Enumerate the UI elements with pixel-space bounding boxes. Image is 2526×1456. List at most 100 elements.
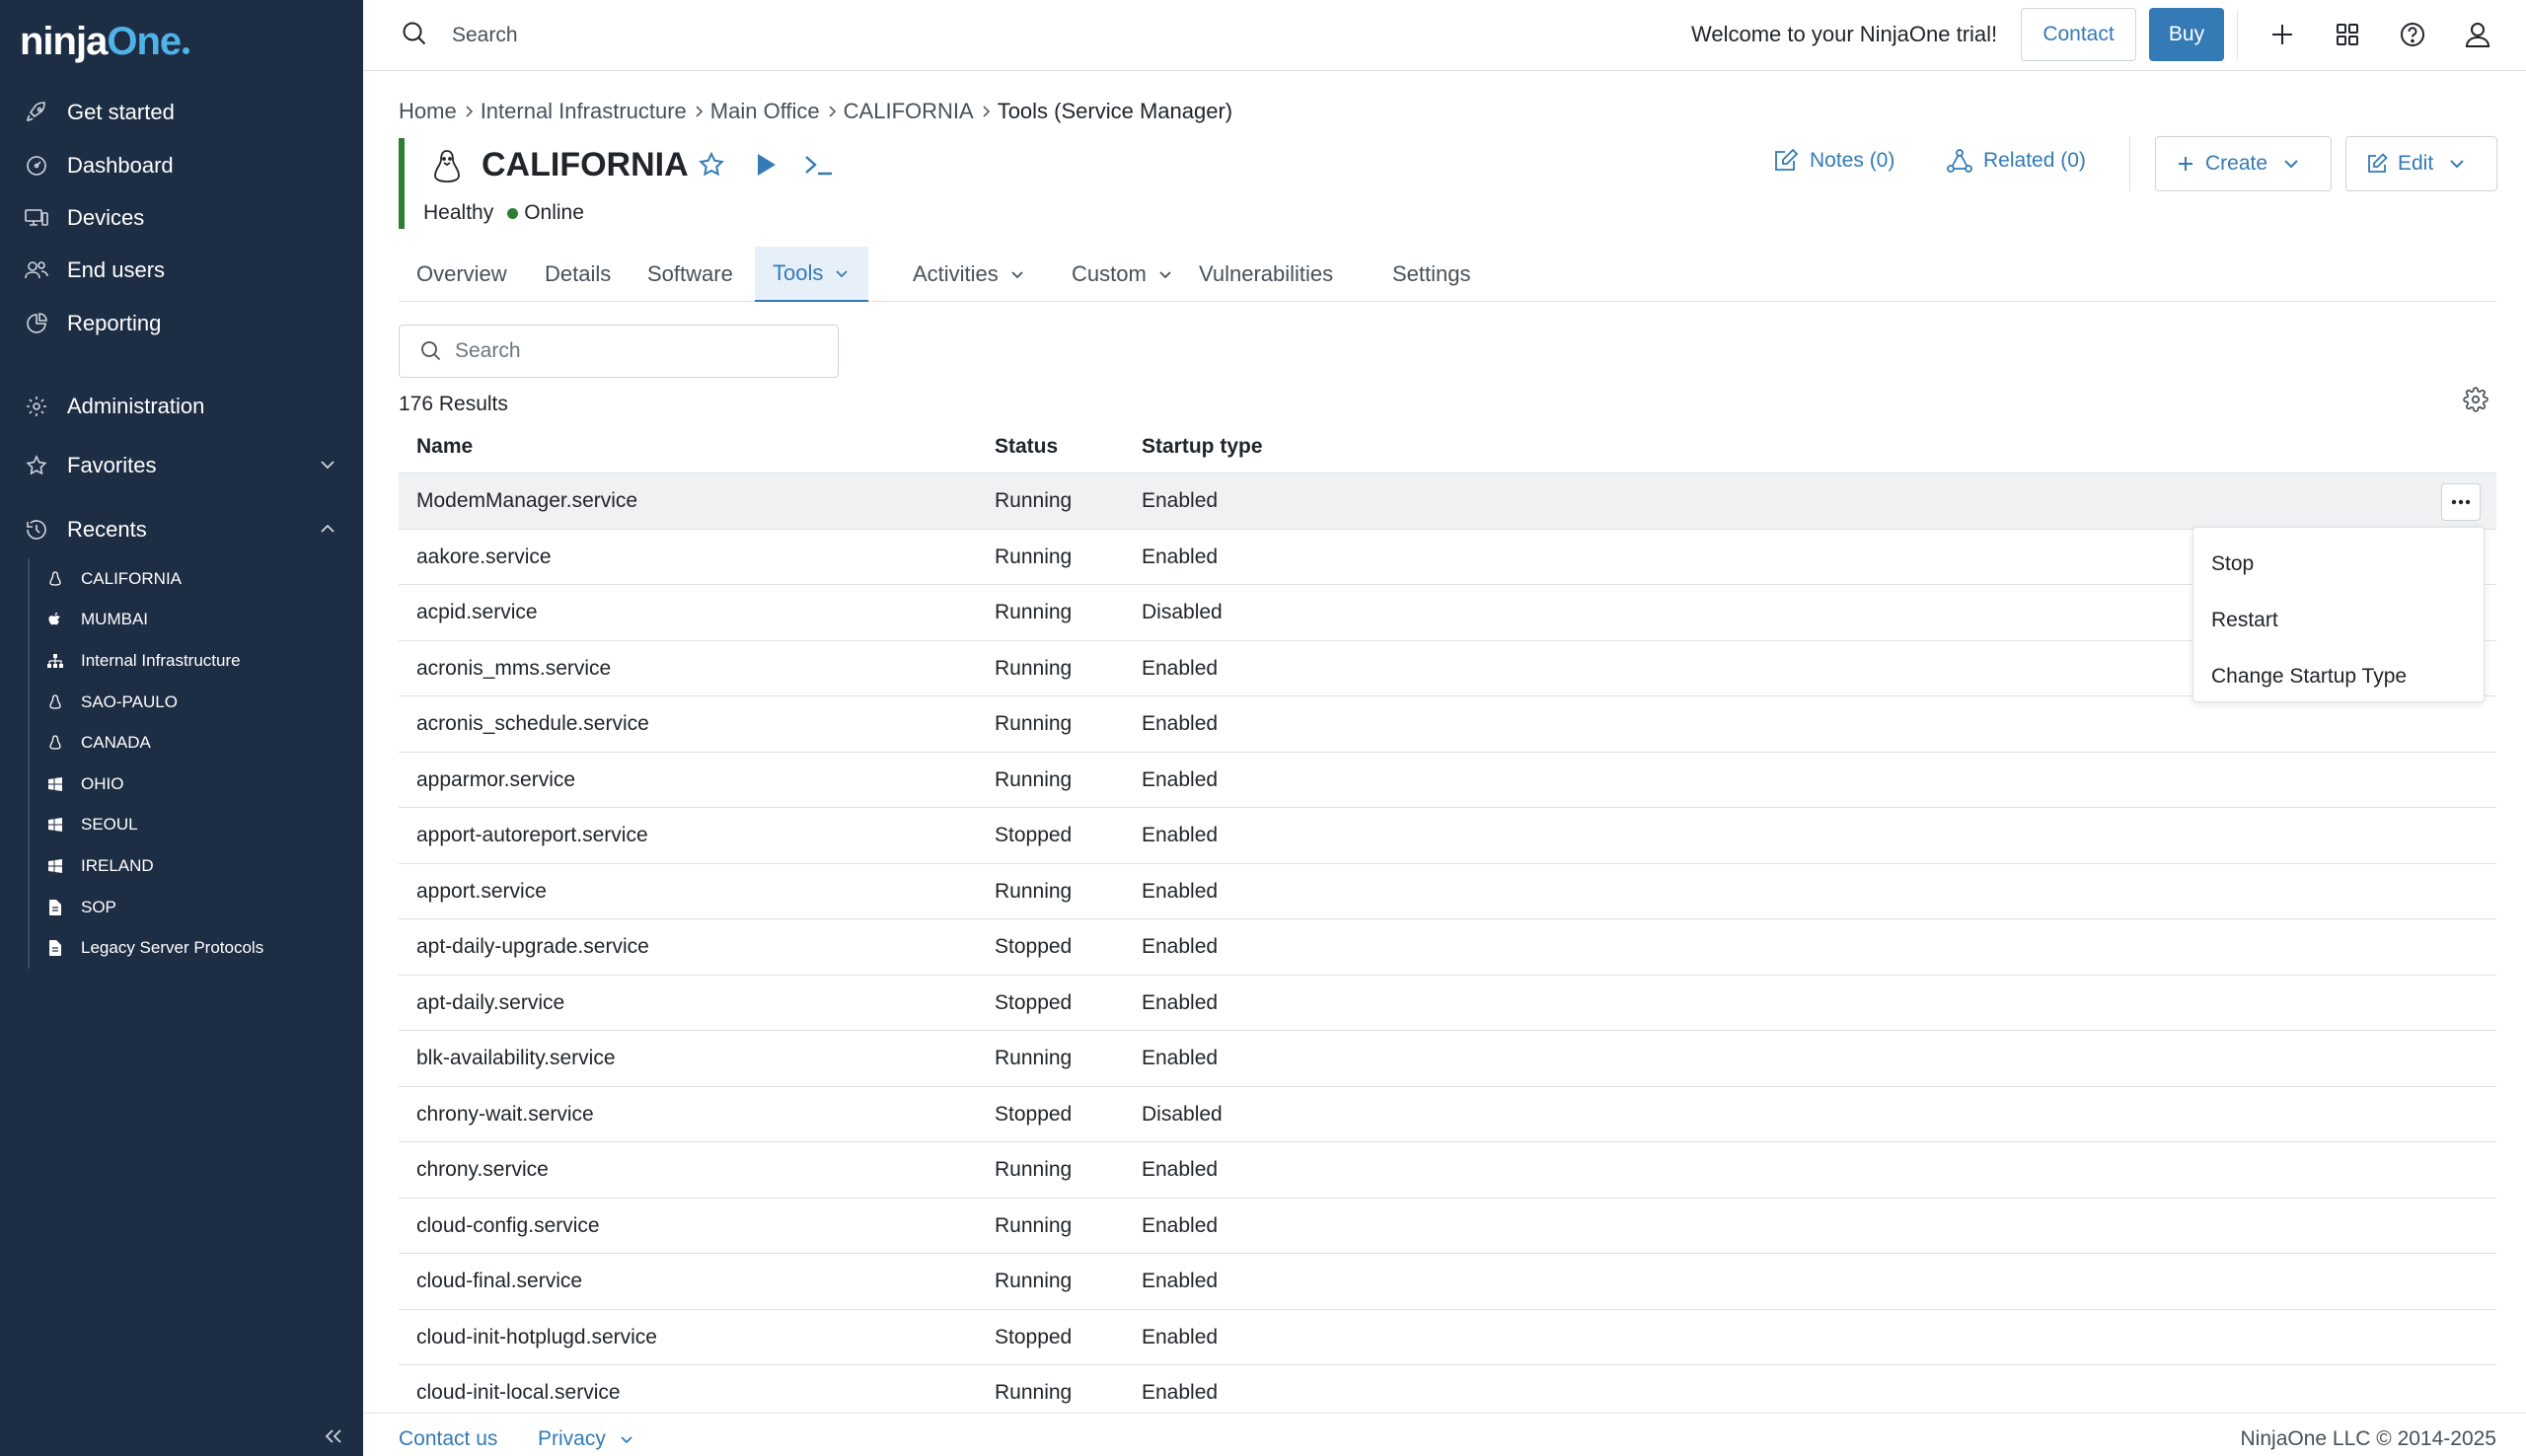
users-icon: [22, 255, 51, 285]
recent-item-seoul[interactable]: SEOUL: [30, 805, 353, 846]
tab-vulnerabilities[interactable]: Vulnerabilities: [1181, 247, 1351, 302]
column-header-status[interactable]: Status: [995, 435, 1058, 459]
privacy-label: Privacy: [538, 1427, 606, 1450]
menu-item-restart[interactable]: Restart: [2193, 592, 2484, 648]
user-profile-icon[interactable]: [2463, 20, 2492, 49]
sidebar-item-administration[interactable]: Administration: [0, 382, 363, 431]
table-row[interactable]: chrony.service Running Enabled: [399, 1142, 2496, 1199]
tab-overview[interactable]: Overview: [399, 247, 525, 302]
collapse-sidebar-icon[interactable]: [322, 1426, 345, 1446]
tab-custom[interactable]: Custom: [1054, 247, 1192, 302]
app-grid-icon[interactable]: [2333, 20, 2362, 49]
buy-button[interactable]: Buy: [2149, 8, 2224, 61]
notes-button[interactable]: Notes (0): [1772, 148, 1894, 174]
tab-software[interactable]: Software: [630, 247, 751, 302]
table-row[interactable]: acronis_mms.service Running Enabled: [399, 641, 2496, 696]
sidebar-item-reporting[interactable]: Reporting: [0, 299, 363, 348]
privacy-dropdown[interactable]: Privacy: [538, 1427, 635, 1451]
search-icon: [401, 20, 428, 47]
linux-icon: [45, 569, 65, 589]
recent-item-label: Legacy Server Protocols: [81, 938, 264, 958]
notes-label: Notes (0): [1810, 149, 1895, 172]
services-search-input[interactable]: [455, 339, 810, 363]
recent-item-mumbai[interactable]: MUMBAI: [30, 600, 353, 641]
global-search-input[interactable]: [452, 18, 945, 53]
create-label: Create: [2205, 152, 2268, 175]
sidebar-item-get-started[interactable]: Get started: [0, 88, 363, 137]
table-row[interactable]: apparmor.service Running Enabled: [399, 753, 2496, 808]
favorite-star-icon[interactable]: [697, 150, 726, 180]
star-icon: [22, 451, 51, 480]
table-row[interactable]: apport.service Running Enabled: [399, 864, 2496, 919]
sidebar-item-dashboard[interactable]: Dashboard: [0, 141, 363, 190]
service-name: cloud-init-local.service: [416, 1381, 621, 1404]
contact-us-link[interactable]: Contact us: [399, 1427, 497, 1451]
contact-us-label: Contact us: [399, 1427, 498, 1450]
recent-item-legacy-server-protocols[interactable]: Legacy Server Protocols: [30, 927, 353, 969]
recent-item-ireland[interactable]: IRELAND: [30, 845, 353, 887]
breadcrumb-california[interactable]: CALIFORNIA: [844, 99, 974, 124]
menu-item-change-startup-type[interactable]: Change Startup Type: [2193, 648, 2484, 704]
service-startup-type: Enabled: [1142, 1047, 1219, 1069]
service-name: aakore.service: [416, 545, 552, 568]
service-startup-type: Enabled: [1142, 1270, 1219, 1292]
recent-item-canada[interactable]: CANADA: [30, 722, 353, 764]
table-row[interactable]: apport-autoreport.service Stopped Enabled: [399, 808, 2496, 864]
sidebar-item-favorites[interactable]: Favorites: [0, 441, 363, 490]
create-dropdown-button[interactable]: Create: [2155, 136, 2333, 191]
plus-icon[interactable]: [2267, 20, 2297, 49]
recent-item-california[interactable]: CALIFORNIA: [30, 558, 353, 600]
table-row[interactable]: chrony-wait.service Stopped Disabled: [399, 1087, 2496, 1142]
tab-label: Overview: [416, 261, 507, 286]
tab-label: Activities: [913, 261, 999, 286]
column-header-startup-type[interactable]: Startup type: [1142, 435, 1263, 459]
run-script-icon[interactable]: [752, 150, 780, 180]
search-icon: [419, 339, 443, 363]
tab-label: Tools: [773, 260, 824, 285]
recent-item-sao-paulo[interactable]: SAO-PAULO: [30, 682, 353, 723]
row-actions-more-button[interactable]: [2441, 483, 2481, 521]
breadcrumb-internal-infrastructure[interactable]: Internal Infrastructure: [481, 99, 687, 124]
sidebar-item-label: Get started: [67, 100, 175, 124]
breadcrumb: Home Internal Infrastructure Main Office…: [399, 99, 1232, 124]
recent-item-internal-infrastructure[interactable]: Internal Infrastructure: [30, 640, 353, 682]
ninjaone-logo[interactable]: ninja One: [20, 20, 190, 64]
help-icon[interactable]: [2398, 20, 2427, 49]
table-row[interactable]: cloud-init-hotplugd.service Stopped Enable…: [399, 1310, 2496, 1365]
table-row[interactable]: cloud-init-local.service Running Enabled: [399, 1365, 2496, 1411]
tab-tools[interactable]: Tools: [755, 247, 869, 302]
table-row[interactable]: aakore.service Running Enabled: [399, 530, 2496, 585]
recent-item-ohio[interactable]: OHIO: [30, 764, 353, 805]
column-header-name[interactable]: Name: [416, 435, 473, 459]
edit-dropdown-button[interactable]: Edit: [2345, 136, 2498, 191]
service-name: acronis_schedule.service: [416, 712, 649, 735]
service-name: apt-daily-upgrade.service: [416, 935, 649, 958]
contact-button[interactable]: Contact: [2021, 8, 2136, 61]
related-button[interactable]: Related (0): [1946, 148, 2086, 174]
sidebar-item-recents[interactable]: Recents: [0, 505, 363, 554]
sidebar-item-devices[interactable]: Devices: [0, 193, 363, 243]
tab-details[interactable]: Details: [527, 247, 629, 302]
copyright: NinjaOne LLC © 2014-2025: [2240, 1427, 2496, 1450]
table-row[interactable]: apt-daily.service Stopped Enabled: [399, 976, 2496, 1031]
breadcrumb-main-office[interactable]: Main Office: [710, 99, 820, 124]
table-settings-gear-icon[interactable]: [2463, 387, 2489, 412]
recent-item-sop[interactable]: SOP: [30, 887, 353, 928]
table-row[interactable]: cloud-final.service Running Enabled: [399, 1254, 2496, 1310]
table-row[interactable]: cloud-config.service Running Enabled: [399, 1199, 2496, 1254]
edit-note-icon: [1772, 148, 1810, 174]
table-row[interactable]: apt-daily-upgrade.service Stopped Enabled: [399, 919, 2496, 976]
breadcrumb-home[interactable]: Home: [399, 99, 457, 124]
tab-activities[interactable]: Activities: [895, 247, 1044, 302]
recent-item-label: MUMBAI: [81, 610, 148, 629]
menu-item-stop[interactable]: Stop: [2193, 536, 2484, 592]
tab-settings[interactable]: Settings: [1374, 247, 1489, 302]
table-row[interactable]: acronis_schedule.service Running Enabled: [399, 696, 2496, 753]
table-row[interactable]: acpid.service Running Disabled: [399, 585, 2496, 641]
table-row[interactable]: blk-availability.service Running Enabled: [399, 1031, 2496, 1087]
sidebar-item-end-users[interactable]: End users: [0, 246, 363, 295]
chevron-down-icon: [606, 1430, 635, 1448]
service-name: chrony-wait.service: [416, 1102, 594, 1126]
terminal-icon[interactable]: [803, 150, 835, 180]
table-row[interactable]: ModemManager.service Running Enabled: [399, 473, 2496, 530]
